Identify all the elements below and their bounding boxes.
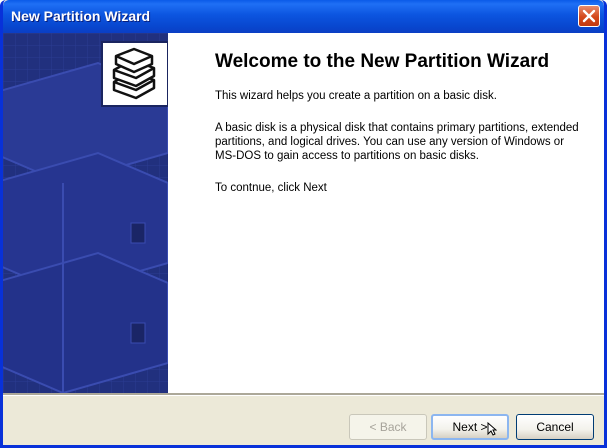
next-button[interactable]: Next >: [431, 414, 509, 440]
intro-paragraph: This wizard helps you create a partition…: [215, 90, 497, 102]
back-button[interactable]: < Back: [349, 414, 427, 440]
button-divider: [3, 393, 604, 396]
wizard-content: Welcome to the New Partition Wizard This…: [3, 33, 604, 393]
disk-stack-icon: [112, 47, 156, 100]
wizard-text: Welcome to the New Partition Wizard This…: [215, 51, 587, 213]
next-button-label: Next >: [452, 420, 488, 434]
wizard-window: New Partition Wizard Welcome to the New …: [0, 0, 607, 448]
wizard-banner: [3, 33, 168, 393]
instruction-paragraph: To contnue, click Next: [215, 182, 327, 194]
cancel-button[interactable]: Cancel: [516, 414, 594, 440]
cancel-button-label: Cancel: [536, 420, 574, 434]
mouse-pointer-icon: [487, 422, 497, 436]
back-button-label: < Back: [369, 420, 407, 434]
close-button[interactable]: [578, 5, 600, 27]
wizard-heading: Welcome to the New Partition Wizard: [215, 51, 550, 72]
window-title: New Partition Wizard: [11, 8, 151, 24]
title-bar[interactable]: New Partition Wizard: [3, 0, 604, 33]
close-icon: [582, 9, 596, 23]
wizard-logo: [101, 41, 168, 107]
description-paragraph: A basic disk is a physical disk that con…: [215, 122, 579, 162]
